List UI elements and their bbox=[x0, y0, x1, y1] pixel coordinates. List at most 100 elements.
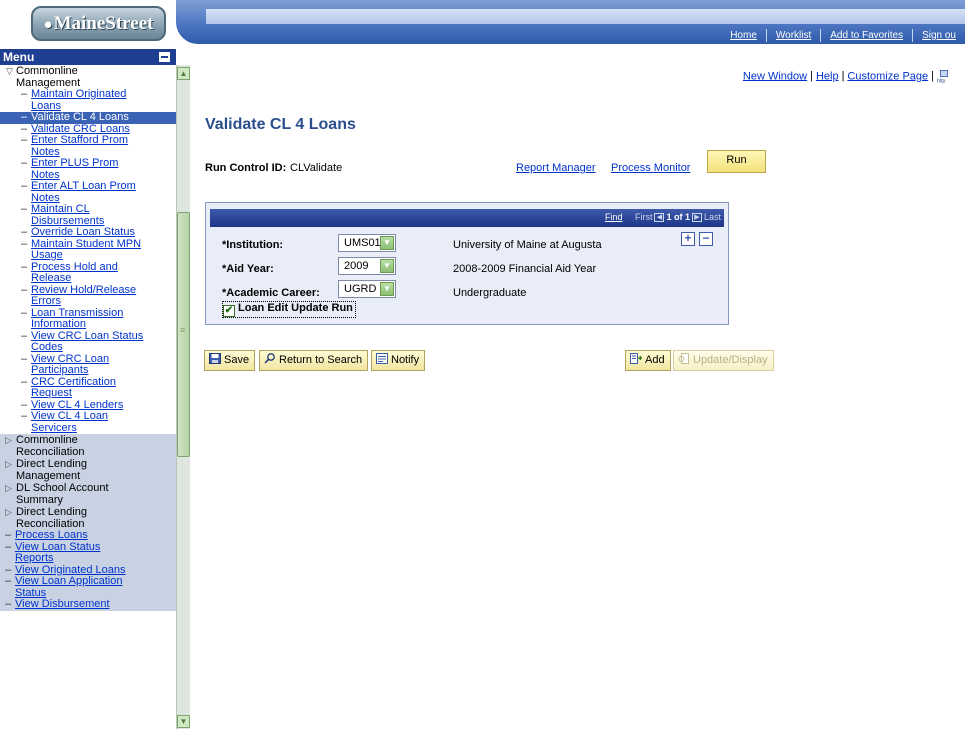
notify-button[interactable]: Notify bbox=[371, 350, 426, 371]
update-display-button[interactable]: Update/Display bbox=[673, 350, 774, 371]
folder-collapsed-icon[interactable]: ▷ bbox=[5, 458, 15, 470]
menu-text-line: Commonline bbox=[16, 65, 78, 77]
scroll-area-header: Find First ◀ 1 of 1 ▶ Last bbox=[210, 209, 724, 227]
mainestreet-logo: ●MaineStreet bbox=[31, 6, 166, 41]
menu-item-link[interactable]: View CRC Loan Participants bbox=[21, 352, 164, 377]
menu-item-link[interactable]: Maintain CL Disbursements bbox=[21, 203, 164, 227]
menu-text-line: View CRC Loan bbox=[31, 352, 110, 365]
save-button[interactable]: Save bbox=[204, 350, 256, 371]
find-link[interactable]: Find bbox=[605, 212, 623, 222]
scroll-thumb[interactable] bbox=[177, 212, 190, 457]
aid-year-select[interactable]: 2009 ▼ bbox=[338, 257, 396, 275]
svg-text:http: http bbox=[937, 79, 946, 84]
menu-item[interactable]: – CRC Certification Request bbox=[0, 376, 176, 400]
menu-item-bullet: – bbox=[21, 111, 28, 123]
checkmark-icon[interactable]: ✔ bbox=[223, 305, 235, 317]
menu-item[interactable]: – Maintain Originated Loans bbox=[0, 88, 176, 112]
worklist-link[interactable]: Worklist bbox=[765, 29, 820, 42]
menu-folder-collapsed[interactable]: ▷ Commonline Reconciliation bbox=[0, 434, 176, 458]
aid-year-value: 2009 bbox=[344, 260, 369, 272]
institution-value: UMS01 bbox=[344, 237, 381, 249]
menu-item-link[interactable]: Enter ALT Loan Prom Notes bbox=[21, 180, 164, 204]
menu-item-link[interactable]: Maintain Originated Loans bbox=[21, 88, 164, 112]
menu-text-line: Reports bbox=[15, 552, 54, 564]
folder-expanded-icon[interactable]: ▽ bbox=[6, 65, 16, 77]
menu-text-line: Override Loan Status bbox=[31, 226, 135, 238]
menu-item-link[interactable]: Review Hold/Release Errors bbox=[21, 284, 164, 308]
http-link-icon[interactable]: http bbox=[937, 70, 951, 85]
institution-select[interactable]: UMS01 ▼ bbox=[338, 234, 396, 252]
menu-item[interactable]: – Loan Transmission Information bbox=[0, 307, 176, 331]
folder-collapsed-icon[interactable]: ▷ bbox=[5, 482, 15, 494]
menu-folder-collapsed[interactable]: ▷ DL School Account Summary bbox=[0, 482, 176, 506]
menu-item-link[interactable]: Loan Transmission Information bbox=[21, 307, 164, 331]
loan-edit-update-run-checkbox[interactable]: ✔ Loan Edit Update Run bbox=[222, 301, 356, 318]
menu-scrollbar[interactable]: ▲ ▼ bbox=[176, 65, 190, 729]
menu-item-link[interactable]: Enter Stafford Prom Notes bbox=[21, 134, 164, 158]
last-label[interactable]: Last bbox=[704, 212, 721, 222]
search-icon bbox=[264, 352, 276, 364]
scroll-up-icon[interactable]: ▲ bbox=[177, 67, 190, 80]
add-row-icon[interactable]: + bbox=[681, 232, 695, 246]
chevron-down-icon[interactable]: ▼ bbox=[380, 282, 394, 296]
folder-collapsed-icon[interactable]: ▷ bbox=[5, 506, 15, 518]
academic-career-label: *Academic Career: bbox=[222, 287, 320, 299]
menu-text-line: View Loan Status bbox=[15, 540, 101, 553]
menu-item[interactable]: – View CL 4 Loan Servicers bbox=[0, 410, 176, 434]
add-to-favorites-link[interactable]: Add to Favorites bbox=[820, 29, 912, 42]
add-button[interactable]: Add bbox=[625, 350, 671, 371]
menu-item-link[interactable]: Process Hold and Release bbox=[21, 261, 164, 285]
academic-career-select[interactable]: UGRD ▼ bbox=[338, 280, 396, 298]
scroll-down-icon[interactable]: ▼ bbox=[177, 715, 190, 728]
menu-item-link[interactable]: View Loan Status Reports bbox=[5, 540, 165, 565]
menu-item-link[interactable]: View Disbursement bbox=[5, 598, 165, 611]
run-button[interactable]: Run bbox=[707, 150, 766, 173]
delete-row-icon[interactable]: − bbox=[699, 232, 713, 246]
menu-item[interactable]: – Review Hold/Release Errors bbox=[0, 284, 176, 308]
sign-out-link[interactable]: Sign ou bbox=[912, 29, 965, 42]
menu-item-link[interactable]: CRC Certification Request bbox=[21, 376, 164, 400]
menu-item-link[interactable]: Maintain Student MPN Usage bbox=[21, 238, 164, 262]
menu-item[interactable]: – View CRC Loan Status Codes bbox=[0, 330, 176, 354]
previous-arrow-icon[interactable]: ◀ bbox=[654, 213, 665, 223]
home-link[interactable]: Home bbox=[721, 29, 766, 42]
help-link[interactable]: Help bbox=[816, 70, 839, 82]
menu-folder-collapsed[interactable]: ▷ Direct Lending Reconciliation bbox=[0, 506, 176, 530]
menu-item[interactable]: – Process Hold and Release bbox=[0, 261, 176, 285]
chevron-down-icon[interactable]: ▼ bbox=[380, 236, 394, 250]
menu-folder-collapsed[interactable]: ▷ Direct Lending Management bbox=[0, 458, 176, 482]
folder-collapsed-icon[interactable]: ▷ bbox=[5, 434, 15, 446]
customize-page-link[interactable]: Customize Page bbox=[847, 70, 928, 82]
chevron-down-icon[interactable]: ▼ bbox=[380, 259, 394, 273]
menu-text-line: Commonline bbox=[16, 434, 78, 446]
update-display-icon bbox=[678, 352, 690, 364]
collapse-menu-icon[interactable] bbox=[159, 52, 170, 62]
return-to-search-button[interactable]: Return to Search bbox=[259, 350, 369, 371]
menu-item[interactable]: – Maintain CL Disbursements bbox=[0, 203, 176, 227]
new-window-link[interactable]: New Window bbox=[743, 70, 807, 82]
menu-item-link[interactable]: View Loan Application Status bbox=[5, 575, 165, 599]
first-label[interactable]: First bbox=[635, 212, 653, 222]
menu-item[interactable]: – View Loan Application Status bbox=[0, 575, 176, 599]
menu-item-bullet: – bbox=[5, 529, 12, 541]
menu-item-bullet: – bbox=[21, 88, 28, 100]
menu-item-bullet: – bbox=[21, 352, 28, 365]
menu-folder-commonline-management[interactable]: ▽ Commonline Management bbox=[0, 65, 176, 89]
menu-item-link[interactable]: View CRC Loan Status Codes bbox=[21, 330, 164, 354]
next-arrow-icon[interactable]: ▶ bbox=[691, 213, 702, 223]
menu-item[interactable]: – View CRC Loan Participants bbox=[0, 352, 176, 377]
menu-item-link[interactable]: View CL 4 Loan Servicers bbox=[21, 410, 164, 434]
menu-item-link[interactable]: Enter PLUS Prom Notes bbox=[21, 157, 164, 181]
top-links: Home Worklist Add to Favorites Sign ou bbox=[721, 29, 965, 44]
logo-area: ●MaineStreet bbox=[0, 0, 176, 49]
menu-item[interactable]: – Enter ALT Loan Prom Notes bbox=[0, 180, 176, 204]
menu-item[interactable]: – Enter Stafford Prom Notes bbox=[0, 134, 176, 158]
menu-item[interactable]: – View Disbursement bbox=[0, 598, 176, 611]
menu-item[interactable]: – View Loan Status Reports bbox=[0, 540, 176, 565]
menu-item[interactable]: – Maintain Student MPN Usage bbox=[0, 238, 176, 262]
run-control-value: CLValidate bbox=[290, 162, 343, 174]
process-monitor-link[interactable]: Process Monitor bbox=[611, 162, 690, 174]
menu-text-line: Status bbox=[15, 586, 47, 599]
report-manager-link[interactable]: Report Manager bbox=[516, 162, 596, 174]
menu-item[interactable]: – Enter PLUS Prom Notes bbox=[0, 157, 176, 181]
